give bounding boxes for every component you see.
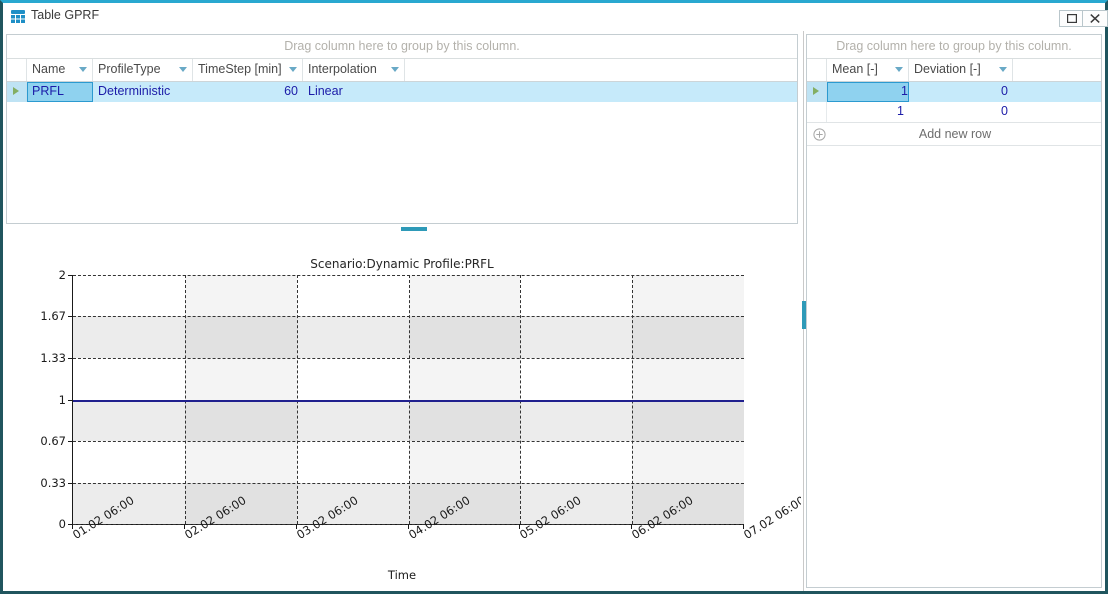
x-tick-label: 07.02 06:00 — [741, 493, 808, 542]
profile-chart: Scenario:Dynamic Profile:PRFL 0 0.33 0.67 1… — [6, 227, 798, 588]
cell-name[interactable]: PRFL — [27, 82, 93, 102]
y-tick-mark — [68, 358, 73, 359]
row-indicator-cell[interactable] — [7, 82, 27, 102]
cell-mean[interactable]: 1 — [827, 82, 909, 102]
column-header-profiletype[interactable]: ProfileType — [93, 59, 193, 81]
filter-funnel-icon[interactable] — [289, 67, 297, 72]
y-axis-ticks: 00.330.6711.331.672 — [22, 275, 66, 524]
y-tick-label: 1.67 — [40, 309, 66, 323]
cell-deviation[interactable]: 0 — [909, 82, 1013, 102]
column-header-name[interactable]: Name — [27, 59, 93, 81]
header-indicator-cell — [7, 59, 27, 81]
profile-grid[interactable]: Drag column here to group by this column… — [6, 34, 798, 224]
table-grid-icon — [10, 9, 26, 24]
plus-circle-icon — [807, 128, 831, 141]
stochastic-grid-header: Mean [-] Deviation [-] — [807, 59, 1101, 82]
profile-grid-body: PRFLDeterministic60Linear — [7, 82, 797, 102]
cell-interpolation[interactable]: Linear — [303, 82, 405, 102]
y-tick-label: 0 — [59, 517, 66, 531]
table-gprf-window: Table GPRF Drag column here to group by … — [0, 0, 1108, 594]
row-indicator-cell[interactable] — [807, 102, 827, 122]
filter-funnel-icon[interactable] — [999, 67, 1007, 72]
table-row[interactable]: 10 — [807, 102, 1101, 122]
table-row[interactable]: PRFLDeterministic60Linear — [7, 82, 797, 102]
chart-title: Scenario:Dynamic Profile:PRFL — [6, 257, 798, 271]
column-header-label: Interpolation — [308, 62, 377, 76]
y-axis-label: Value — [0, 343, 2, 375]
close-icon — [1083, 14, 1107, 23]
y-tick-mark — [68, 483, 73, 484]
column-header-label: TimeStep [min] — [198, 62, 282, 76]
stochastic-grid[interactable]: Drag column here to group by this column… — [806, 34, 1102, 588]
x-axis-label: Time — [6, 568, 798, 582]
cell-timestep-min[interactable]: 60 — [193, 82, 303, 102]
stochastic-grid-body: 1010 — [807, 82, 1101, 122]
right-pane: Drag column here to group by this column… — [806, 31, 1105, 591]
add-new-row-button[interactable]: Add new row — [807, 122, 1101, 146]
close-button[interactable] — [1082, 10, 1108, 27]
left-pane: Drag column here to group by this column… — [3, 31, 801, 591]
group-by-drop-area-right[interactable]: Drag column here to group by this column… — [807, 35, 1101, 59]
group-by-hint-right: Drag column here to group by this column… — [807, 39, 1101, 53]
column-header-mean[interactable]: Mean [-] — [827, 59, 909, 81]
horizontal-splitter-handle[interactable] — [401, 227, 427, 231]
y-tick-mark — [68, 316, 73, 317]
window-title: Table GPRF — [31, 8, 99, 22]
table-row[interactable]: 10 — [807, 82, 1101, 102]
y-tick-mark — [68, 275, 73, 276]
y-tick-label: 1.33 — [40, 351, 66, 365]
cell-mean[interactable]: 1 — [827, 102, 909, 122]
cell-deviation[interactable]: 0 — [909, 102, 1013, 122]
column-header-timestep-min[interactable]: TimeStep [min] — [193, 59, 303, 81]
column-header-label: Name — [32, 62, 65, 76]
filter-funnel-icon[interactable] — [391, 67, 399, 72]
profile-grid-header: Name ProfileType TimeStep [min] Interpolati… — [7, 59, 797, 82]
y-tick-label: 0.33 — [40, 476, 66, 490]
column-header-interpolation[interactable]: Interpolation — [303, 59, 405, 81]
row-pointer-icon — [13, 87, 19, 95]
series-line-prfl — [73, 400, 744, 402]
y-tick-label: 2 — [59, 268, 66, 282]
y-tick-mark — [68, 441, 73, 442]
maximize-icon — [1060, 14, 1084, 23]
y-tick-label: 0.67 — [40, 434, 66, 448]
filter-funnel-icon[interactable] — [179, 67, 187, 72]
window-content: Drag column here to group by this column… — [3, 31, 1105, 591]
window-titlebar: Table GPRF — [3, 3, 1105, 32]
y-tick-label: 1 — [59, 393, 66, 407]
row-indicator-cell[interactable] — [807, 82, 827, 102]
filter-funnel-icon[interactable] — [895, 67, 903, 72]
add-new-row-label: Add new row — [831, 127, 1101, 141]
filter-funnel-icon[interactable] — [79, 67, 87, 72]
header-indicator-cell — [807, 59, 827, 81]
group-by-drop-area-left[interactable]: Drag column here to group by this column… — [7, 35, 797, 59]
cell-profiletype[interactable]: Deterministic — [93, 82, 193, 102]
chart-plot-area — [72, 275, 744, 525]
column-header-label: Mean [-] — [832, 62, 878, 76]
row-pointer-icon — [813, 87, 819, 95]
column-header-deviation[interactable]: Deviation [-] — [909, 59, 1013, 81]
group-by-hint-left: Drag column here to group by this column… — [7, 39, 797, 53]
column-header-label: ProfileType — [98, 62, 161, 76]
column-header-label: Deviation [-] — [914, 62, 981, 76]
